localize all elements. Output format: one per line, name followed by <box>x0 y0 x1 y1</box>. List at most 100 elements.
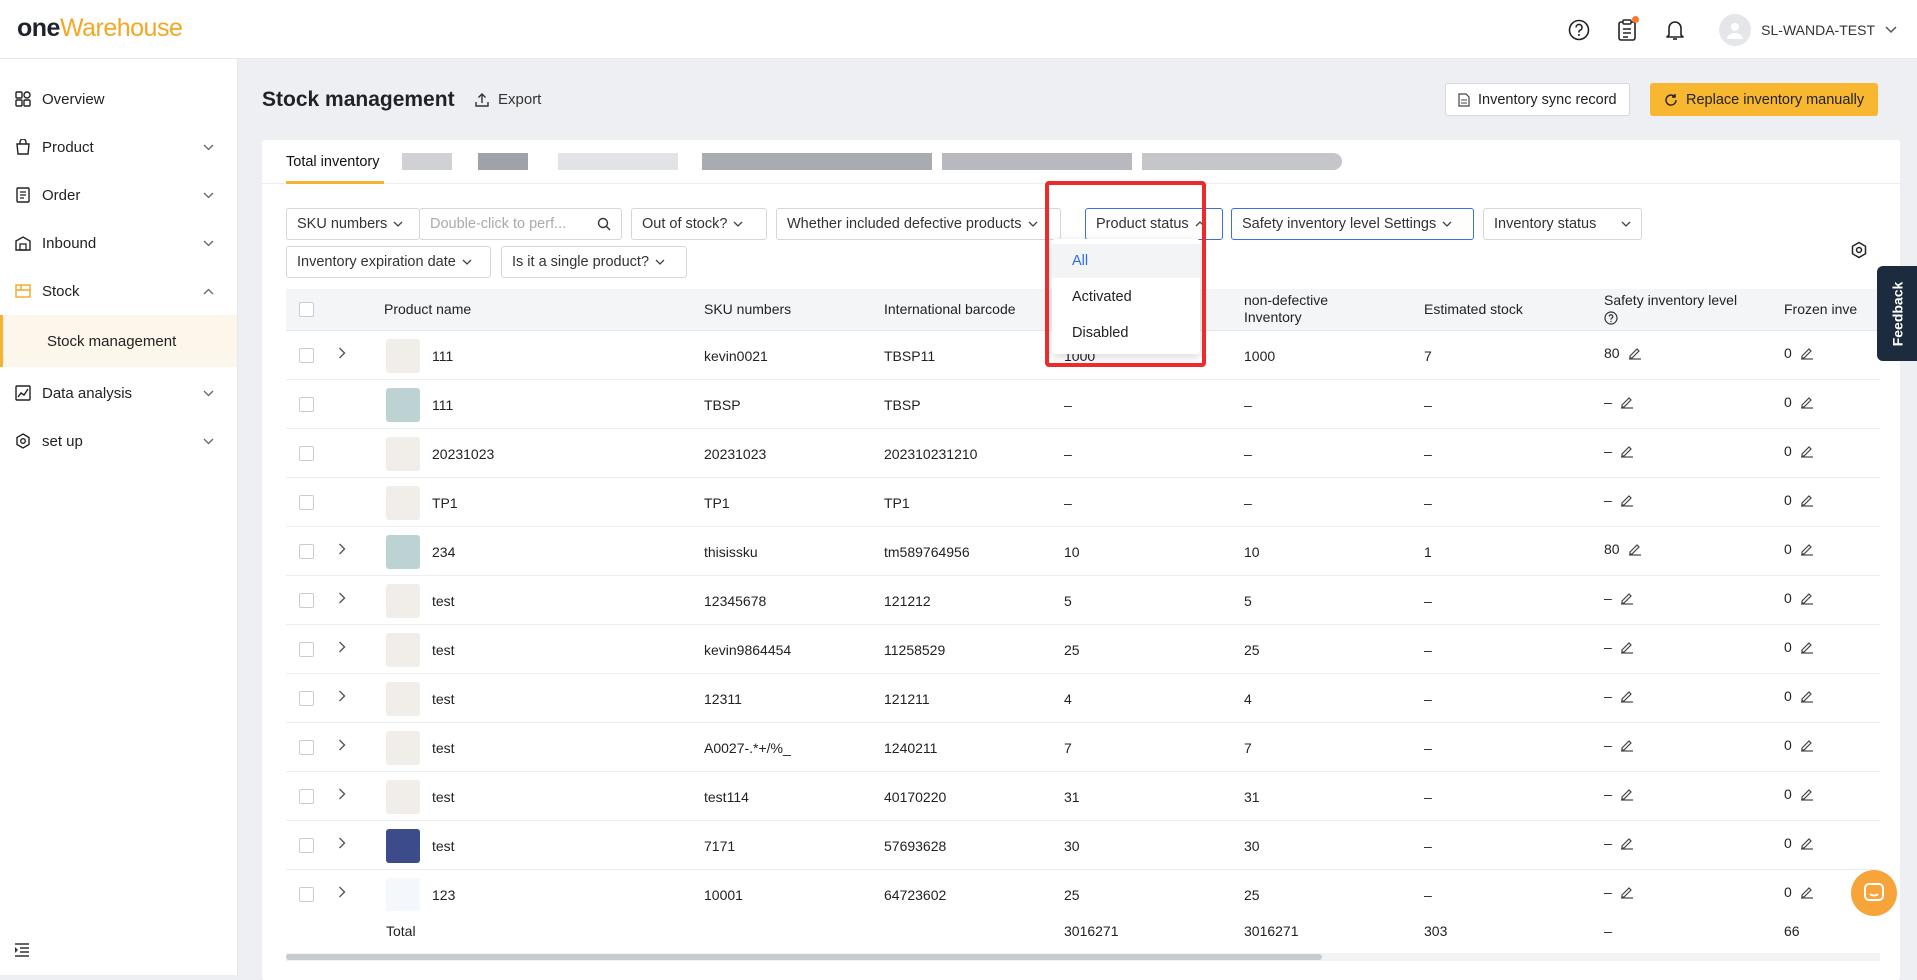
row-checkbox[interactable] <box>299 838 314 853</box>
logo[interactable]: oneWarehouse <box>17 14 183 43</box>
out-of-stock-filter[interactable]: Out of stock? <box>631 208 767 240</box>
expiration-date-filter[interactable]: Inventory expiration date <box>286 246 491 278</box>
edit-icon[interactable] <box>1628 346 1642 360</box>
expand-row-icon[interactable] <box>338 885 346 902</box>
edit-icon[interactable] <box>1620 493 1634 507</box>
product-name[interactable]: 20231023 <box>432 446 494 462</box>
product-name[interactable]: 111 <box>432 397 453 413</box>
edit-icon[interactable] <box>1800 738 1814 752</box>
sidebar-item-data-analysis[interactable]: Data analysis <box>0 369 237 417</box>
edit-icon[interactable] <box>1620 738 1634 752</box>
sidebar-item-inbound[interactable]: Inbound <box>0 219 237 267</box>
col-product-name[interactable]: Product name <box>384 301 471 318</box>
col-sku[interactable]: SKU numbers <box>704 301 791 318</box>
row-checkbox[interactable] <box>299 789 314 804</box>
row-checkbox[interactable] <box>299 887 314 902</box>
edit-icon[interactable] <box>1800 395 1814 409</box>
task-list-icon[interactable] <box>1613 16 1641 44</box>
redacted-tab[interactable] <box>702 153 932 170</box>
replace-inventory-button[interactable]: Replace inventory manually <box>1650 83 1879 116</box>
edit-icon[interactable] <box>1620 689 1634 703</box>
sidebar-item-set-up[interactable]: set up <box>0 417 237 465</box>
edit-icon[interactable] <box>1800 885 1814 899</box>
user-menu[interactable]: SL-WANDA-TEST <box>1719 14 1897 46</box>
scrollbar-thumb[interactable] <box>286 954 1322 960</box>
sidebar-item-order[interactable]: Order <box>0 171 237 219</box>
row-checkbox[interactable] <box>299 544 314 559</box>
product-name[interactable]: test <box>432 789 455 805</box>
tab-total-inventory[interactable]: Total inventory <box>286 154 380 170</box>
row-checkbox[interactable] <box>299 593 314 608</box>
edit-icon[interactable] <box>1800 493 1814 507</box>
row-checkbox[interactable] <box>299 397 314 412</box>
expand-row-icon[interactable] <box>338 836 346 853</box>
single-product-filter[interactable]: Is it a single product? <box>501 246 687 278</box>
edit-icon[interactable] <box>1620 444 1634 458</box>
product-name[interactable]: test <box>432 838 455 854</box>
row-checkbox[interactable] <box>299 691 314 706</box>
redacted-tab[interactable] <box>1142 153 1342 170</box>
help-icon[interactable] <box>1604 311 1618 325</box>
select-all-checkbox[interactable] <box>299 302 314 317</box>
edit-icon[interactable] <box>1620 787 1634 801</box>
edit-icon[interactable] <box>1800 346 1814 360</box>
sku-filter-select[interactable]: SKU numbers <box>286 208 420 240</box>
sidebar-item-stock[interactable]: Stock <box>0 267 237 315</box>
sidebar-item-product[interactable]: Product <box>0 123 237 171</box>
product-name[interactable]: test <box>432 642 455 658</box>
expand-row-icon[interactable] <box>338 542 346 559</box>
col-non-defective[interactable]: non-defective inventory <box>1244 292 1328 326</box>
safety-inventory-filter[interactable]: Safety inventory level Settings <box>1231 208 1474 240</box>
defective-filter[interactable]: Whether included defective products <box>776 208 1061 240</box>
sku-search-input[interactable]: Double-click to perf... <box>419 208 622 240</box>
col-barcode[interactable]: International barcode <box>884 301 1016 318</box>
edit-icon[interactable] <box>1800 640 1814 654</box>
sidebar-item-stock-management[interactable]: Stock management <box>0 315 237 367</box>
expand-row-icon[interactable] <box>338 787 346 804</box>
row-checkbox[interactable] <box>299 642 314 657</box>
help-icon[interactable] <box>1565 16 1593 44</box>
col-frozen-inventory[interactable]: Frozen inve <box>1784 301 1857 318</box>
edit-icon[interactable] <box>1800 787 1814 801</box>
edit-icon[interactable] <box>1628 542 1642 556</box>
redacted-tab[interactable] <box>942 153 1132 170</box>
expand-row-icon[interactable] <box>338 689 346 706</box>
row-checkbox[interactable] <box>299 740 314 755</box>
edit-icon[interactable] <box>1800 542 1814 556</box>
product-name[interactable]: 123 <box>432 887 455 903</box>
export-button[interactable]: Export <box>474 91 541 108</box>
chat-button[interactable] <box>1851 870 1897 916</box>
expand-row-icon[interactable] <box>338 591 346 608</box>
redacted-tab[interactable] <box>478 153 528 170</box>
product-name[interactable]: 234 <box>432 544 455 560</box>
inventory-status-filter[interactable]: Inventory status <box>1483 208 1642 240</box>
edit-icon[interactable] <box>1800 689 1814 703</box>
product-name[interactable]: 111 <box>432 348 453 364</box>
edit-icon[interactable] <box>1620 591 1634 605</box>
column-settings-icon[interactable] <box>1850 241 1868 263</box>
horizontal-scrollbar[interactable] <box>286 953 1880 961</box>
edit-icon[interactable] <box>1800 591 1814 605</box>
product-name[interactable]: test <box>432 691 455 707</box>
product-name[interactable]: test <box>432 740 455 756</box>
row-checkbox[interactable] <box>299 446 314 461</box>
redacted-tab[interactable] <box>558 153 678 170</box>
inventory-sync-record-button[interactable]: Inventory sync record <box>1445 83 1630 116</box>
edit-icon[interactable] <box>1620 640 1634 654</box>
edit-icon[interactable] <box>1620 885 1634 899</box>
row-checkbox[interactable] <box>299 348 314 363</box>
edit-icon[interactable] <box>1800 444 1814 458</box>
sidebar-item-overview[interactable]: Overview <box>0 75 237 123</box>
bell-icon[interactable] <box>1661 16 1689 44</box>
row-checkbox[interactable] <box>299 495 314 510</box>
col-safety-inventory[interactable]: Safety inventory level <box>1604 292 1737 329</box>
expand-row-icon[interactable] <box>338 346 346 363</box>
redacted-tab[interactable] <box>402 153 452 170</box>
search-icon[interactable] <box>597 217 611 231</box>
edit-icon[interactable] <box>1620 836 1634 850</box>
edit-icon[interactable] <box>1800 836 1814 850</box>
edit-icon[interactable] <box>1620 395 1634 409</box>
product-name[interactable]: test <box>432 593 455 609</box>
expand-row-icon[interactable] <box>338 738 346 755</box>
feedback-tab[interactable]: Feedback <box>1877 266 1917 361</box>
